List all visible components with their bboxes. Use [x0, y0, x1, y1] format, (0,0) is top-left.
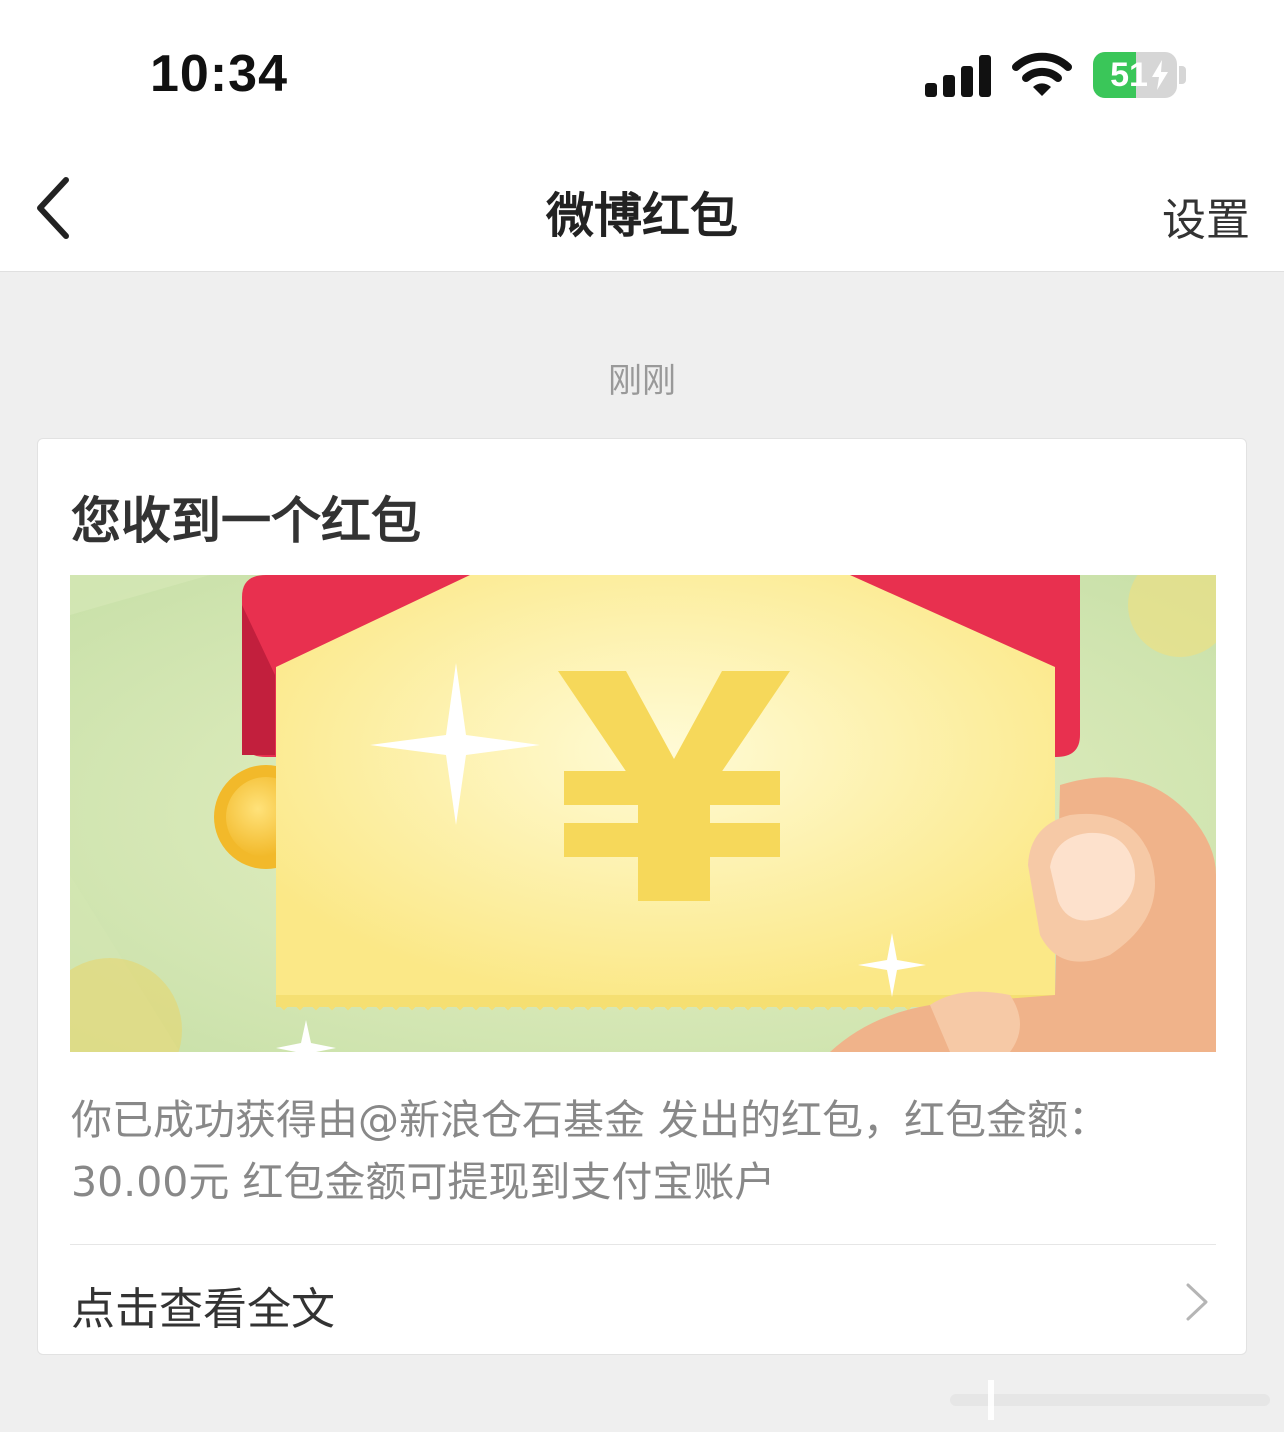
watermark: [950, 1380, 1270, 1420]
nav-bar: 微博红包 设置: [0, 150, 1284, 272]
status-bar: 10:34 51: [0, 0, 1284, 150]
red-envelope-illustration[interactable]: [70, 575, 1216, 1052]
battery-icon: 51: [1093, 52, 1177, 98]
battery-cap: [1179, 66, 1186, 84]
wifi-icon: [1012, 52, 1072, 96]
page-title: 微博红包: [545, 188, 738, 244]
message-timestamp: 刚刚: [608, 361, 676, 401]
settings-button[interactable]: 设置: [1162, 184, 1250, 248]
view-full-text-button[interactable]: 点击查看全文: [70, 1245, 1216, 1355]
charging-bolt-icon: [1152, 60, 1168, 90]
cellular-signal-icon: [925, 55, 991, 97]
card-title: 您收到一个红包: [71, 492, 421, 550]
view-full-text-label: 点击查看全文: [71, 1284, 335, 1335]
status-time: 10:34: [150, 45, 288, 103]
chevron-right-icon: [1186, 1283, 1208, 1321]
message-card[interactable]: 您收到一个红包 你已成功获得由@新浪仓石基金 发出的红包，红包金额：30.00元…: [37, 438, 1247, 1355]
message-body: 你已成功获得由@新浪仓石基金 发出的红包，红包金额：30.00元 红包金额可提现…: [71, 1096, 1110, 1206]
